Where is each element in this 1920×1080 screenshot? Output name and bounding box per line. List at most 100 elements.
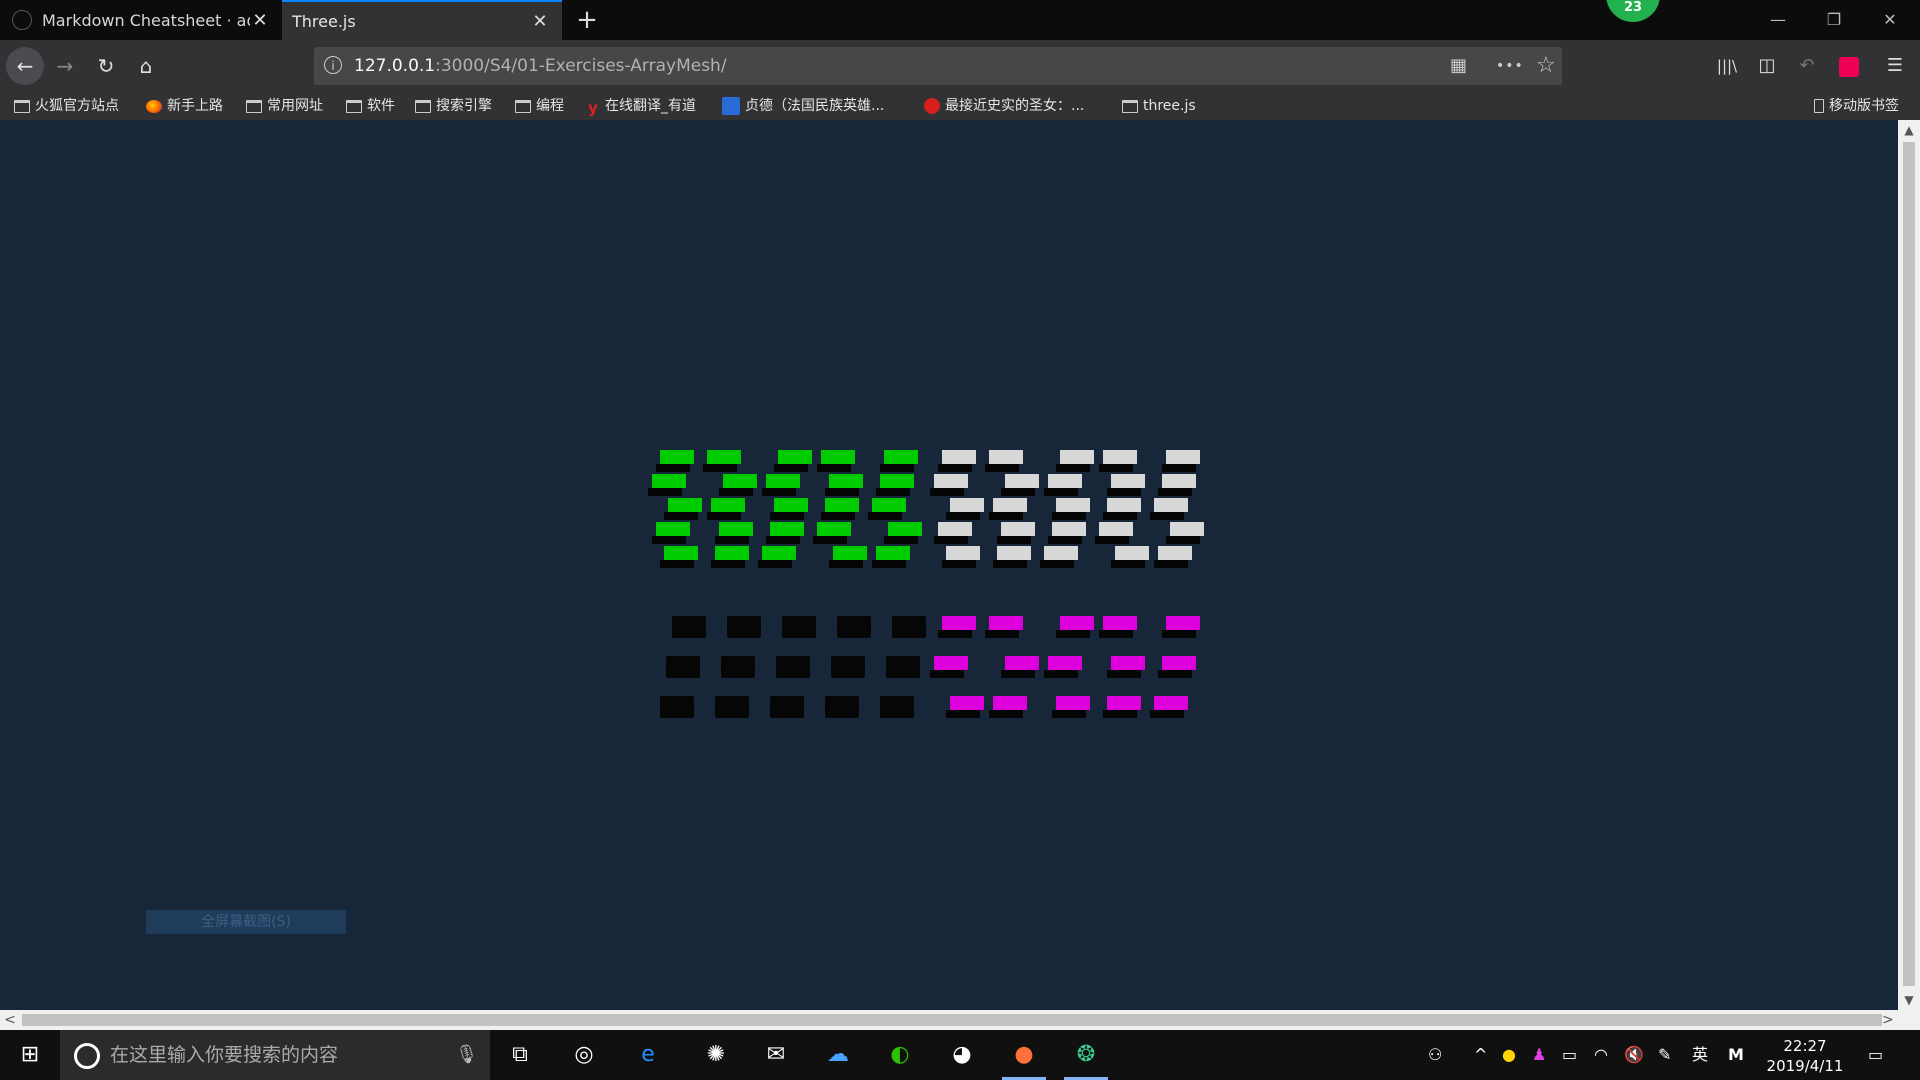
box-mesh-black xyxy=(880,696,914,718)
app-icon[interactable]: ◎ xyxy=(556,1030,612,1080)
ie-icon[interactable]: e xyxy=(620,1030,676,1080)
pocket-icon[interactable] xyxy=(1839,57,1859,77)
bookmark-item[interactable]: 最接近史实的圣女：... xyxy=(924,92,1084,120)
bookmark-label: 常用网址 xyxy=(267,98,323,114)
box-mesh-black xyxy=(715,696,749,718)
github-icon xyxy=(12,10,32,30)
profile-badge[interactable]: 23 xyxy=(1606,0,1660,22)
firefox-icon xyxy=(146,99,162,113)
page-actions-icon[interactable]: ••• xyxy=(1496,47,1524,85)
tray-app-icon[interactable]: ♟ xyxy=(1532,1030,1546,1080)
box-mesh-white xyxy=(942,546,980,568)
box-mesh-white xyxy=(938,450,976,472)
app-icon[interactable]: ✺ xyxy=(688,1030,744,1080)
box-mesh-black xyxy=(666,656,700,678)
bookmark-item[interactable]: 编程 xyxy=(515,92,564,120)
clock-date: 2019/4/11 xyxy=(1766,1057,1844,1075)
box-mesh-black xyxy=(672,616,706,638)
ime-indicator[interactable]: 英 xyxy=(1692,1030,1708,1080)
microphone-icon[interactable]: 🎙 xyxy=(455,1030,478,1080)
address-bar[interactable]: i 127.0.0.1:3000/S4/01-Exercises-ArrayMe… xyxy=(314,47,1562,85)
box-mesh-green xyxy=(813,522,851,544)
bookmark-item[interactable]: y 在线翻译_有道 xyxy=(586,92,696,120)
tab-markdown-cheatsheet[interactable]: Markdown Cheatsheet · adam ✕ xyxy=(0,0,282,40)
baidu-netdisk-icon[interactable]: ☁ xyxy=(810,1030,866,1080)
windows-taskbar: ⊞ 在这里输入你要搜索的内容 🎙 ⧉ ◎ e ✺ ✉ ☁ ◐ ◕ ● ❂ ⚇ ^… xyxy=(0,1030,1920,1080)
qq-icon[interactable]: ◕ xyxy=(934,1030,990,1080)
vertical-scrollbar[interactable]: ▲ ▼ xyxy=(1898,120,1920,1010)
scroll-up-arrow[interactable]: ▲ xyxy=(1898,120,1920,140)
mobile-bookmarks[interactable]: 移动版书签 xyxy=(1814,92,1899,120)
close-tab-icon[interactable]: ✕ xyxy=(530,11,550,32)
menu-icon[interactable]: ☰ xyxy=(1878,49,1912,83)
bookmark-item[interactable]: 火狐官方站点 xyxy=(14,92,119,120)
chrome-like-icon[interactable]: ❂ xyxy=(1058,1030,1114,1080)
volume-muted-icon[interactable]: 🔇 xyxy=(1624,1030,1644,1080)
site-info-icon[interactable]: i xyxy=(324,56,342,74)
tab-threejs[interactable]: Three.js ✕ xyxy=(282,0,562,40)
firefox-icon[interactable]: ● xyxy=(996,1030,1052,1080)
horizontal-scrollbar[interactable]: < > xyxy=(0,1010,1920,1030)
sidebar-icon[interactable]: ◫ xyxy=(1750,49,1784,83)
back-button[interactable]: ← xyxy=(6,47,44,85)
box-mesh-white xyxy=(1158,474,1196,496)
people-icon[interactable]: ⚇ xyxy=(1428,1030,1442,1080)
forward-button[interactable]: → xyxy=(48,49,82,83)
box-mesh-white xyxy=(1154,546,1192,568)
close-window-button[interactable]: ✕ xyxy=(1862,0,1918,40)
bookmark-item[interactable]: 搜索引擎 xyxy=(415,92,492,120)
url-text[interactable]: 127.0.0.1:3000/S4/01-Exercises-ArrayMesh… xyxy=(354,47,727,85)
wechat-icon[interactable]: ◐ xyxy=(872,1030,928,1080)
box-mesh-black xyxy=(770,696,804,718)
box-mesh-green xyxy=(872,546,910,568)
show-hidden-icons[interactable]: ^ xyxy=(1474,1030,1487,1080)
box-mesh-black xyxy=(782,616,816,638)
home-button[interactable]: ⌂ xyxy=(129,49,163,83)
bookmark-item[interactable]: three.js xyxy=(1122,92,1196,120)
undo-icon[interactable]: ↶ xyxy=(1790,49,1824,83)
bookmark-item[interactable]: 软件 xyxy=(346,92,395,120)
cortana-icon[interactable] xyxy=(74,1043,100,1069)
library-icon[interactable]: |||\ xyxy=(1710,49,1744,83)
box-mesh-green xyxy=(770,498,808,520)
close-tab-icon[interactable]: ✕ xyxy=(250,10,270,31)
new-tab-button[interactable]: + xyxy=(572,4,602,36)
notification-icon[interactable]: ▭ xyxy=(1868,1030,1883,1080)
box-mesh-white xyxy=(1001,474,1039,496)
mail-icon[interactable]: ✉ xyxy=(748,1030,804,1080)
box-mesh-magenta xyxy=(989,696,1027,718)
network-icon[interactable]: ◠ xyxy=(1594,1030,1608,1080)
ime-mode[interactable]: M xyxy=(1728,1030,1744,1080)
box-mesh-green xyxy=(774,450,812,472)
scroll-down-arrow[interactable]: ▼ xyxy=(1898,990,1920,1010)
bookmark-item[interactable]: 常用网址 xyxy=(246,92,323,120)
folder-icon xyxy=(1122,99,1138,113)
minimize-button[interactable]: — xyxy=(1750,0,1806,40)
windows-start-button[interactable]: ⊞ xyxy=(0,1030,60,1080)
taskbar-search[interactable]: 在这里输入你要搜索的内容 🎙 xyxy=(60,1030,490,1080)
box-mesh-black xyxy=(886,656,920,678)
task-view-icon[interactable]: ⧉ xyxy=(492,1030,548,1080)
scroll-thumb[interactable] xyxy=(1903,142,1915,986)
scroll-thumb[interactable] xyxy=(22,1014,1882,1026)
folder-icon xyxy=(515,99,531,113)
box-mesh-magenta xyxy=(1107,656,1145,678)
box-mesh-green xyxy=(660,546,698,568)
clock[interactable]: 22:27 2019/4/11 xyxy=(1755,1036,1855,1076)
pen-icon[interactable]: ✎ xyxy=(1658,1030,1671,1080)
box-mesh-green xyxy=(880,450,918,472)
tray-app-icon[interactable]: ● xyxy=(1502,1030,1516,1080)
box-mesh-magenta xyxy=(1150,696,1188,718)
bookmark-star-icon[interactable]: ☆ xyxy=(1536,47,1556,85)
bookmark-item[interactable]: 贞德（法国民族英雄... xyxy=(722,92,884,120)
bookmark-item[interactable]: 新手上路 xyxy=(146,92,223,120)
scroll-left-arrow[interactable]: < xyxy=(0,1010,20,1030)
clock-time: 22:27 xyxy=(1783,1037,1827,1055)
scroll-right-arrow[interactable]: > xyxy=(1878,1010,1898,1030)
restore-button[interactable]: ❐ xyxy=(1806,0,1862,40)
battery-icon[interactable]: ▭ xyxy=(1562,1030,1577,1080)
qr-code-icon[interactable]: ▦ xyxy=(1450,47,1467,85)
reload-button[interactable]: ↻ xyxy=(89,49,123,83)
threejs-canvas[interactable] xyxy=(0,120,1898,1010)
box-mesh-white xyxy=(934,522,972,544)
